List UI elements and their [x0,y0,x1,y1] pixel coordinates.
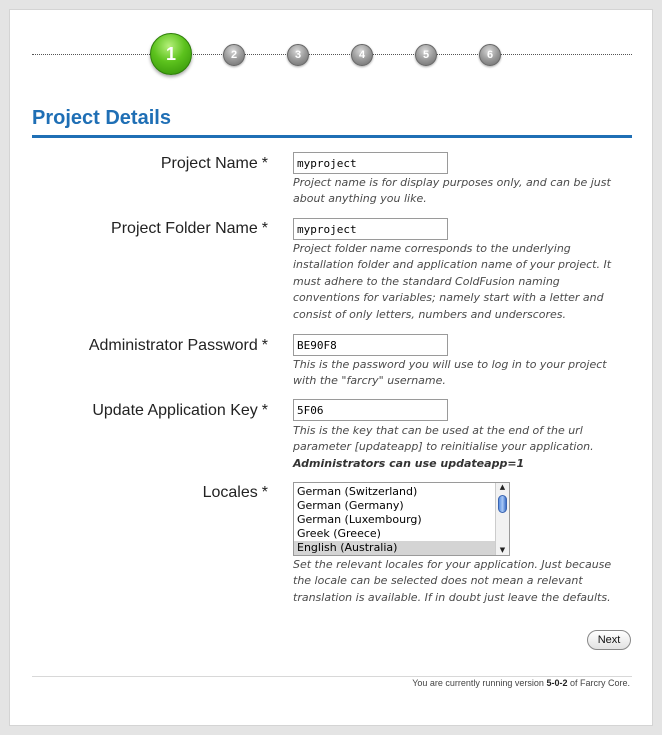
section-title: Project Details [32,107,632,138]
project-name-input[interactable] [293,152,448,174]
required-mark: * [261,220,268,237]
project-name-label: Project Name * [28,155,268,173]
locales-scrollbar[interactable]: ▲ ▼ [495,483,509,555]
project-name-label-text: Project Name [160,155,258,172]
wizard-step-6: 6 [479,44,501,66]
update-key-label: Update Application Key * [28,402,268,420]
project-folder-input[interactable] [293,218,448,240]
locale-option[interactable]: German (Switzerland) [294,485,495,499]
footer-version-number: 5-0-2 [546,678,568,688]
update-key-help: This is the key that can be used at the … [293,423,623,472]
wizard-panel: 1 2 3 4 5 6 Project Details Project Name… [9,9,653,726]
wizard-step-5: 5 [415,44,437,66]
locales-help: Set the relevant locales for your applic… [293,558,612,604]
wizard-step-3: 3 [287,44,309,66]
scroll-thumb[interactable] [498,495,507,513]
update-key-label-text: Update Application Key [92,402,258,419]
admin-password-label: Administrator Password * [28,337,268,355]
locales-listbox[interactable]: German (Switzerland) German (Germany) Ge… [293,482,510,556]
locales-options: German (Switzerland) German (Germany) Ge… [294,485,495,555]
wizard-step-2: 2 [223,44,245,66]
project-folder-label-text: Project Folder Name [111,220,258,237]
admin-password-input[interactable] [293,334,448,356]
scroll-up-arrow-icon[interactable]: ▲ [496,483,509,492]
project-name-help: Project name is for display purposes onl… [293,176,611,206]
required-mark: * [261,337,268,354]
project-folder-help: Project folder name corresponds to the u… [293,242,612,321]
update-key-input[interactable] [293,399,448,421]
locale-option[interactable]: Greek (Greece) [294,527,495,541]
footer-version: You are currently running version 5-0-2 … [230,678,630,688]
required-mark: * [261,484,268,501]
next-button[interactable]: Next [587,630,631,650]
footer-divider [32,676,632,677]
locales-label: Locales * [28,484,268,502]
wizard-progress-line [32,54,632,55]
update-key-help-text: This is the key that can be used at the … [293,424,594,454]
wizard-step-4: 4 [351,44,373,66]
admin-password-help: This is the password you will use to log… [293,358,607,388]
locales-label-text: Locales [202,484,258,501]
project-folder-label: Project Folder Name * [28,220,268,238]
scroll-down-arrow-icon[interactable]: ▼ [496,546,509,555]
admin-password-label-text: Administrator Password [88,337,258,354]
locale-option[interactable]: German (Germany) [294,499,495,513]
update-key-help-bold: Administrators can use updateapp=1 [293,456,525,470]
locale-option-selected[interactable]: English (Australia) [294,541,495,555]
footer-prefix: You are currently running version [412,678,544,688]
wizard-step-1: 1 [150,33,192,75]
required-mark: * [261,155,268,172]
locale-option[interactable]: German (Luxembourg) [294,513,495,527]
required-mark: * [261,402,268,419]
footer-suffix: of Farcry Core. [569,678,630,688]
